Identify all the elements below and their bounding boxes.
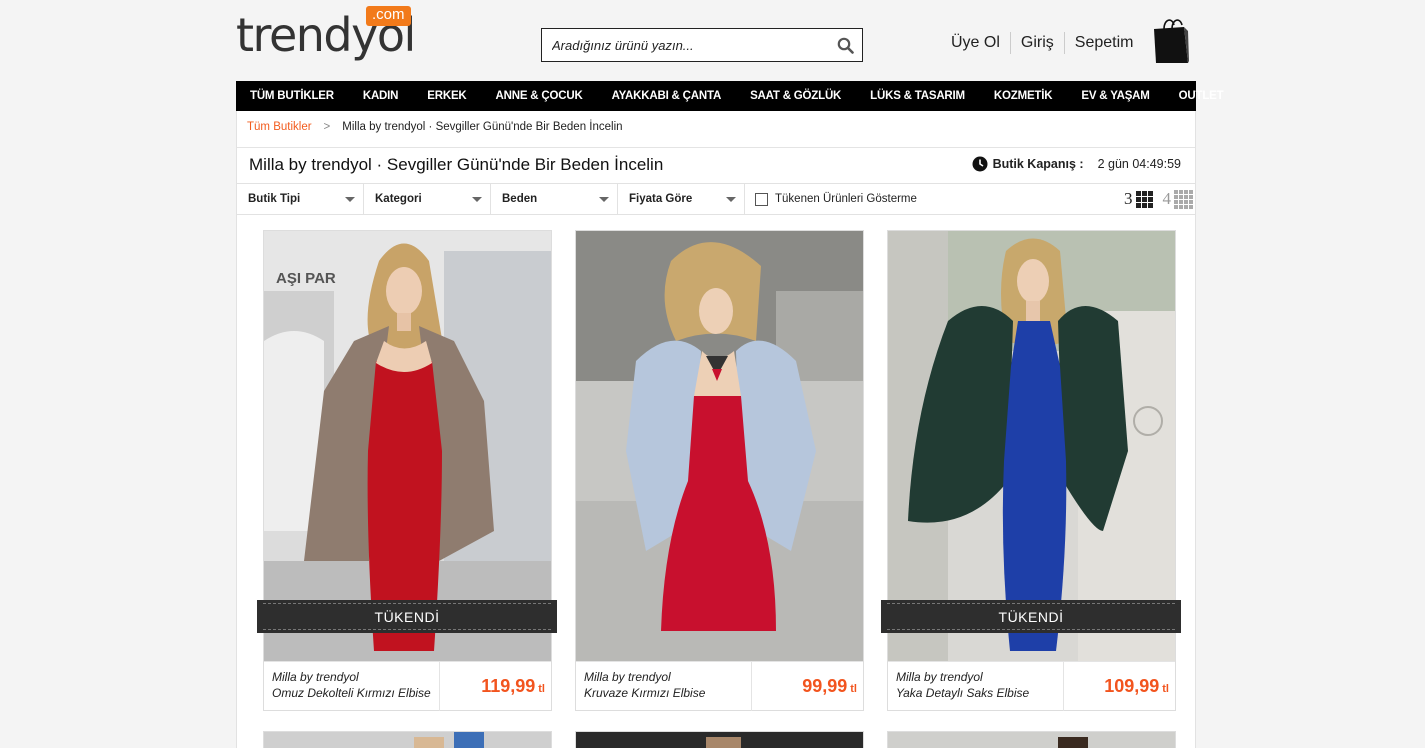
product-image[interactable]: AŞI PAR xyxy=(264,231,551,661)
page-container: trendyol .com Üye Ol Giriş Sepetim TÜM B… xyxy=(236,0,1224,748)
search-input[interactable] xyxy=(542,29,828,61)
caret-down-icon xyxy=(345,196,355,202)
product-card[interactable]: Milla by trendyol Yaka Detaylı Saks Elbi… xyxy=(887,230,1176,711)
caret-down-icon xyxy=(726,196,736,202)
info-divider xyxy=(751,662,752,711)
search-box xyxy=(541,28,863,62)
clock-icon xyxy=(972,156,988,172)
product-brand: Milla by trendyol xyxy=(896,670,983,684)
product-card[interactable]: AŞI PAR Milla by trendyol Omuz Dekolteli… xyxy=(263,230,552,711)
filter-label: Butik Tipi xyxy=(248,193,301,205)
grid-3-label: 3 xyxy=(1124,189,1133,208)
model-photo xyxy=(888,231,1175,661)
breadcrumb-home[interactable]: Tüm Butikler xyxy=(247,121,312,133)
filter-price[interactable]: Fiyata Göre xyxy=(618,184,745,214)
grid-3-button[interactable]: 3 xyxy=(1124,189,1153,209)
soldout-banner: TÜKENDİ xyxy=(257,600,557,633)
logo-com-badge: .com xyxy=(366,6,411,26)
shopping-bag-icon[interactable] xyxy=(1152,15,1190,65)
caret-down-icon xyxy=(472,196,482,202)
nav-luxury-design[interactable]: LÜKS & TASARIM xyxy=(870,90,965,102)
grid-4-label: 4 xyxy=(1162,189,1172,208)
grid-4-button[interactable]: 4 xyxy=(1162,189,1193,209)
cart-link[interactable]: Sepetim xyxy=(1065,34,1144,52)
breadcrumb-current: Milla by trendyol · Sevgiller Günü'nde B… xyxy=(342,121,623,133)
soldout-banner: TÜKENDİ xyxy=(881,600,1181,633)
filter-label: Kategori xyxy=(375,193,422,205)
product-card-partial[interactable] xyxy=(263,731,552,748)
product-price: 109,99 tl xyxy=(1104,676,1169,697)
nav-cosmetics[interactable]: KOZMETİK xyxy=(994,90,1053,102)
info-divider xyxy=(1063,662,1064,711)
product-card-partial[interactable] xyxy=(887,731,1176,748)
price-currency: tl xyxy=(1162,683,1169,695)
product-name: Kruvaze Kırmızı Elbise xyxy=(584,686,706,700)
boutique-panel: Tüm Butikler > Milla by trendyol · Sevgi… xyxy=(236,111,1196,748)
login-link[interactable]: Giriş xyxy=(1011,34,1064,52)
nav-all-boutiques[interactable]: TÜM BUTİKLER xyxy=(250,90,334,102)
price-value: 99,99 xyxy=(802,676,848,696)
nav-mother-child[interactable]: ANNE & ÇOCUK xyxy=(496,90,583,102)
product-price: 119,99 tl xyxy=(481,676,545,697)
model-photo xyxy=(888,732,1175,748)
model-photo xyxy=(264,732,551,748)
hide-soldout-checkbox[interactable] xyxy=(755,192,768,206)
caret-down-icon xyxy=(599,196,609,202)
product-card[interactable]: Milla by trendyol Kruvaze Kırmızı Elbise… xyxy=(575,230,864,711)
grid-size-control: 3 4 xyxy=(1124,189,1193,209)
filter-bar: Butik Tipi Kategori Beden Fiyata Göre Tü… xyxy=(237,183,1195,215)
svg-text:AŞI PAR: AŞI PAR xyxy=(276,270,336,287)
breadcrumb-divider xyxy=(237,147,1195,148)
price-value: 109,99 xyxy=(1104,676,1160,696)
price-value: 119,99 xyxy=(481,676,536,696)
product-info: Milla by trendyol Kruvaze Kırmızı Elbise… xyxy=(576,661,863,711)
model-photo xyxy=(576,732,863,748)
nav-shoes-bags[interactable]: AYAKKABI & ÇANTA xyxy=(612,90,722,102)
filter-label: Beden xyxy=(502,193,538,205)
model-photo xyxy=(576,231,863,661)
page-title: Milla by trendyol · Sevgiller Günü'nde B… xyxy=(249,155,664,174)
model-photo: AŞI PAR xyxy=(264,231,551,661)
info-divider xyxy=(439,662,440,711)
grid-3-icon xyxy=(1135,190,1153,208)
product-brand: Milla by trendyol xyxy=(272,670,359,684)
product-image[interactable] xyxy=(576,231,863,661)
product-name: Omuz Dekolteli Kırmızı Elbise xyxy=(272,686,431,700)
main-nav: TÜM BUTİKLER KADIN ERKEK ANNE & ÇOCUK AY… xyxy=(236,81,1224,111)
product-brand: Milla by trendyol xyxy=(584,670,671,684)
user-links: Üye Ol Giriş Sepetim xyxy=(941,32,1144,54)
grid-4-icon xyxy=(1174,189,1193,209)
nav-women[interactable]: KADIN xyxy=(363,90,399,102)
product-info: Milla by trendyol Yaka Detaylı Saks Elbi… xyxy=(888,661,1175,711)
boutique-timer: Butik Kapanış : 2 gün 04:49:59 xyxy=(972,156,1181,172)
product-card-partial[interactable] xyxy=(575,731,864,748)
nav-men[interactable]: ERKEK xyxy=(427,90,466,102)
search-button[interactable] xyxy=(828,29,862,61)
nav-watches-glasses[interactable]: SAAT & GÖZLÜK xyxy=(750,90,841,102)
breadcrumb-separator: > xyxy=(323,121,331,133)
filter-boutique-type[interactable]: Butik Tipi xyxy=(237,184,364,214)
nav-home-living[interactable]: EV & YAŞAM xyxy=(1081,90,1150,102)
closing-time: 2 gün 04:49:59 xyxy=(1097,157,1181,171)
product-info: Milla by trendyol Omuz Dekolteli Kırmızı… xyxy=(264,661,551,711)
product-price: 99,99 tl xyxy=(802,676,857,697)
hide-soldout-label: Tükenen Ürünleri Gösterme xyxy=(775,193,917,205)
price-currency: tl xyxy=(538,683,545,695)
filter-label: Fiyata Göre xyxy=(629,193,693,205)
register-link[interactable]: Üye Ol xyxy=(941,34,1010,52)
filter-size[interactable]: Beden xyxy=(491,184,618,214)
closing-label: Butik Kapanış : xyxy=(992,157,1084,171)
search-icon xyxy=(837,37,854,54)
hide-soldout-option: Tükenen Ürünleri Gösterme xyxy=(755,192,917,206)
product-image[interactable] xyxy=(888,231,1175,661)
product-name: Yaka Detaylı Saks Elbise xyxy=(896,686,1030,700)
filter-category[interactable]: Kategori xyxy=(364,184,491,214)
trendyol-logo[interactable]: trendyol .com xyxy=(236,6,426,68)
breadcrumb: Tüm Butikler > Milla by trendyol · Sevgi… xyxy=(247,121,623,133)
price-currency: tl xyxy=(850,683,857,695)
nav-outlet[interactable]: OUTLET xyxy=(1179,90,1224,102)
